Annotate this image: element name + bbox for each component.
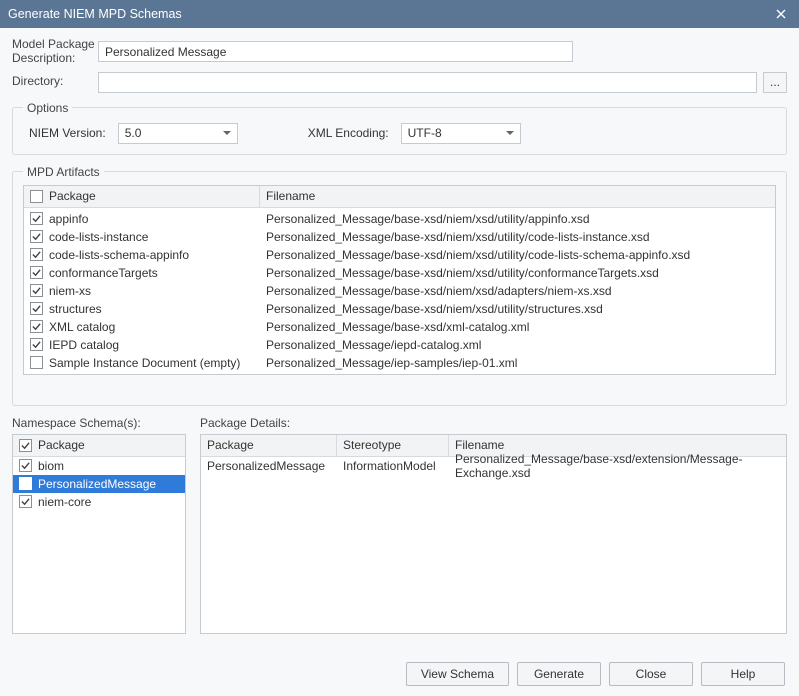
model-package-description-input[interactable] — [98, 41, 573, 62]
details-package: PersonalizedMessage — [207, 459, 325, 473]
artifact-filename: Personalized_Message/base-xsd/niem/xsd/u… — [266, 302, 603, 316]
row-checkbox[interactable] — [30, 284, 43, 297]
window-title: Generate NIEM MPD Schemas — [8, 7, 182, 21]
artifact-package: appinfo — [49, 212, 88, 226]
xml-encoding-value: UTF-8 — [408, 126, 442, 140]
directory-label: Directory: — [12, 75, 98, 89]
list-item[interactable]: PersonalizedMessage — [13, 475, 185, 493]
namespace-package: PersonalizedMessage — [38, 477, 156, 491]
help-button[interactable]: Help — [701, 662, 785, 686]
table-row[interactable]: niem-xs Personalized_Message/base-xsd/nie… — [24, 282, 775, 300]
namespace-header-package: Package — [38, 438, 85, 452]
artifact-package: niem-xs — [49, 284, 91, 298]
artifacts-header-package: Package — [49, 189, 96, 203]
artifact-package: structures — [49, 302, 102, 316]
table-row[interactable]: structures Personalized_Message/base-xsd/… — [24, 300, 775, 318]
artifact-filename: Personalized_Message/base-xsd/niem/xsd/u… — [266, 248, 690, 262]
chevron-down-icon — [223, 131, 231, 135]
generate-button[interactable]: Generate — [517, 662, 601, 686]
namespace-header-checkbox[interactable] — [19, 439, 32, 452]
chevron-down-icon — [506, 131, 514, 135]
close-icon[interactable] — [771, 4, 791, 24]
artifacts-header-filename: Filename — [266, 189, 315, 203]
namespace-package: niem-core — [38, 495, 91, 509]
artifact-filename: Personalized_Message/base-xsd/niem/xsd/u… — [266, 212, 590, 226]
niem-version-combo[interactable]: 5.0 — [118, 123, 238, 144]
directory-input[interactable] — [98, 72, 757, 93]
details-header-package: Package — [207, 438, 254, 452]
table-row[interactable]: appinfo Personalized_Message/base-xsd/nie… — [24, 210, 775, 228]
table-row[interactable]: code-lists-schema-appinfo Personalized_Me… — [24, 246, 775, 264]
namespace-package: biom — [38, 459, 64, 473]
view-schema-button[interactable]: View Schema — [406, 662, 509, 686]
row-checkbox[interactable] — [19, 495, 32, 508]
artifact-package: Sample Instance Document (empty) — [49, 356, 240, 370]
details-header-filename: Filename — [455, 438, 504, 452]
artifact-package: code-lists-instance — [49, 230, 148, 244]
table-row[interactable]: XML catalog Personalized_Message/base-xsd… — [24, 318, 775, 336]
row-checkbox[interactable] — [19, 459, 32, 472]
artifacts-grid: Package Filename appinfo Personalized_Mes… — [23, 185, 776, 375]
artifact-package: IEPD catalog — [49, 338, 119, 352]
niem-version-value: 5.0 — [125, 126, 142, 140]
row-checkbox[interactable] — [30, 338, 43, 351]
artifact-package: XML catalog — [49, 320, 115, 334]
artifact-filename: Personalized_Message/base-xsd/niem/xsd/a… — [266, 284, 612, 298]
artifact-package: conformanceTargets — [49, 266, 158, 280]
table-row[interactable]: IEPD catalog Personalized_Message/iepd-ca… — [24, 336, 775, 354]
list-item[interactable]: biom — [13, 457, 185, 475]
niem-version-label: NIEM Version: — [29, 126, 106, 140]
xml-encoding-combo[interactable]: UTF-8 — [401, 123, 521, 144]
artifact-filename: Personalized_Message/base-xsd/xml-catalo… — [266, 320, 529, 334]
close-button[interactable]: Close — [609, 662, 693, 686]
namespace-schemas-label: Namespace Schema(s): — [12, 416, 186, 430]
package-details-label: Package Details: — [200, 416, 787, 430]
list-item[interactable]: niem-core — [13, 493, 185, 511]
row-checkbox[interactable] — [30, 230, 43, 243]
mpd-artifacts-group: MPD Artifacts Package Filename appinfo Pe… — [12, 165, 787, 406]
row-checkbox[interactable] — [30, 320, 43, 333]
row-checkbox[interactable] — [19, 477, 32, 490]
table-row[interactable]: code-lists-instance Personalized_Message/… — [24, 228, 775, 246]
artifact-filename: Personalized_Message/base-xsd/niem/xsd/u… — [266, 266, 659, 280]
table-row[interactable]: conformanceTargets Personalized_Message/b… — [24, 264, 775, 282]
artifact-filename: Personalized_Message/iep-samples/iep-01.… — [266, 356, 517, 370]
artifact-filename: Personalized_Message/base-xsd/niem/xsd/u… — [266, 230, 650, 244]
row-checkbox[interactable] — [30, 212, 43, 225]
details-grid: Package Stereotype Filename Personalized… — [200, 434, 787, 634]
namespace-grid: Package biom PersonalizedMessage niem-core — [12, 434, 186, 634]
table-row[interactable]: PersonalizedMessageInformationModelPerso… — [201, 457, 786, 475]
options-legend: Options — [23, 101, 72, 115]
artifact-filename: Personalized_Message/iepd-catalog.xml — [266, 338, 481, 352]
row-checkbox[interactable] — [30, 248, 43, 261]
row-checkbox[interactable] — [30, 266, 43, 279]
details-header-stereotype: Stereotype — [343, 438, 401, 452]
details-filename: Personalized_Message/base-xsd/extension/… — [455, 452, 743, 480]
row-checkbox[interactable] — [30, 356, 43, 369]
details-stereotype: InformationModel — [343, 459, 436, 473]
mpd-artifacts-legend: MPD Artifacts — [23, 165, 104, 179]
row-checkbox[interactable] — [30, 302, 43, 315]
xml-encoding-label: XML Encoding: — [308, 126, 389, 140]
table-row[interactable]: Sample Instance Document (empty) Personal… — [24, 354, 775, 372]
options-group: Options NIEM Version: 5.0 XML Encoding: … — [12, 101, 787, 155]
artifact-package: code-lists-schema-appinfo — [49, 248, 189, 262]
titlebar: Generate NIEM MPD Schemas — [0, 0, 799, 28]
model-package-description-label: Model Package Description: — [12, 38, 98, 66]
artifacts-header-checkbox[interactable] — [30, 190, 43, 203]
browse-button[interactable]: ... — [763, 72, 787, 93]
